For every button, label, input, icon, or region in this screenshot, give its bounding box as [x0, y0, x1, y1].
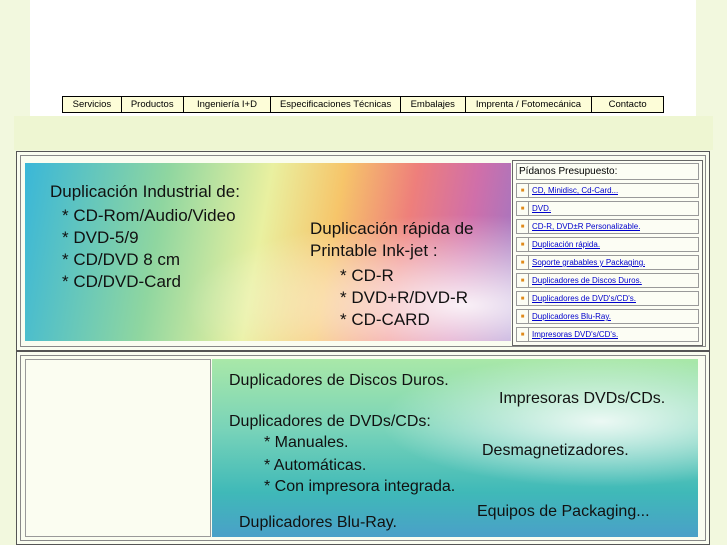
banner-item: * CD/DVD 8 cm	[62, 250, 181, 269]
banner-item: * CD/DVD-Card	[62, 272, 182, 291]
sidebar-link-soporte[interactable]: Soporte grabables y Packaging.	[529, 256, 645, 269]
banner2-line: Desmagnetizadores.	[482, 442, 629, 459]
sidebar-item: ■ CD, Minidisc, Cd-Card...	[516, 183, 699, 198]
sidebar-item: ■ Duplicadores de DVD's/CD's.	[516, 291, 699, 306]
banner-item: * CD-Rom/Audio/Video	[62, 206, 236, 225]
nav-item-servicios[interactable]: Servicios	[63, 97, 122, 112]
banner2-line: Duplicadores Blu-Ray.	[239, 514, 397, 531]
bullet-icon: ■	[517, 256, 529, 269]
banner-item-2: * DVD+R/DVD-R	[340, 288, 468, 307]
duplication-banner[interactable]: Duplicación Industrial de: * CD-Rom/Audi…	[25, 163, 511, 341]
banner2-line: * Con impresora integrada.	[264, 478, 456, 495]
bullet-icon: ■	[517, 202, 529, 215]
banner2-line: * Automáticas.	[264, 457, 367, 474]
sidebar-title: Pídanos Presupuesto:	[516, 163, 699, 180]
bullet-icon: ■	[517, 328, 529, 341]
decorative-band	[14, 116, 713, 150]
sidebar-item: ■ Impresoras DVD's/CD's.	[516, 327, 699, 342]
sidebar-item: ■ Duplicadores de Discos Duros.	[516, 273, 699, 288]
nav-item-contacto[interactable]: Contacto	[592, 97, 663, 112]
bottom-left-cell	[25, 359, 211, 537]
banner-item: * DVD-5/9	[62, 228, 139, 247]
sidebar-item: ■ DVD.	[516, 201, 699, 216]
main-nav: Servicios Productos Ingeniería I+D Espec…	[62, 96, 664, 113]
nav-item-especificaciones[interactable]: Especificaciones Técnicas	[271, 97, 401, 112]
products-banner[interactable]: Duplicadores de Discos Duros. Impresoras…	[212, 359, 698, 537]
bullet-icon: ■	[517, 292, 529, 305]
sidebar-item: ■ Soporte grabables y Packaging.	[516, 255, 699, 270]
banner-item-2: * CD-R	[340, 266, 394, 285]
banner-heading-2: Duplicación rápida de	[310, 219, 474, 238]
quote-sidebar: Pídanos Presupuesto: ■ CD, Minidisc, Cd-…	[512, 160, 703, 346]
banner2-line: * Manuales.	[264, 434, 349, 451]
bullet-icon: ■	[517, 184, 529, 197]
nav-item-productos[interactable]: Productos	[122, 97, 184, 112]
sidebar-link-impresoras[interactable]: Impresoras DVD's/CD's.	[529, 328, 618, 341]
sidebar-item: ■ Duplicadores Blu-Ray.	[516, 309, 699, 324]
sidebar-item: ■ Duplicación rápida.	[516, 237, 699, 252]
sidebar-link-rapida[interactable]: Duplicación rápida.	[529, 238, 600, 251]
sidebar-link-cdr[interactable]: CD-R, DVD±R Personalizable.	[529, 220, 640, 233]
nav-item-ingenieria[interactable]: Ingeniería I+D	[184, 97, 272, 112]
nav-item-embalajes[interactable]: Embalajes	[401, 97, 466, 112]
sidebar-link-dvd[interactable]: DVD.	[529, 202, 551, 215]
bullet-icon: ■	[517, 220, 529, 233]
banner2-line: Duplicadores de Discos Duros.	[229, 372, 449, 389]
banner-heading-2b: Printable Ink-jet :	[310, 241, 438, 260]
sidebar-link-dvd-cd[interactable]: Duplicadores de DVD's/CD's.	[529, 292, 636, 305]
banner2-line: Equipos de Packaging...	[477, 503, 650, 520]
banner-heading: Duplicación Industrial de:	[50, 182, 240, 201]
nav-item-imprenta[interactable]: Imprenta / Fotomecánica	[466, 97, 593, 112]
sidebar-link-cd[interactable]: CD, Minidisc, Cd-Card...	[529, 184, 618, 197]
banner-item-2: * CD-CARD	[340, 310, 430, 329]
bullet-icon: ■	[517, 238, 529, 251]
bullet-icon: ■	[517, 274, 529, 287]
banner2-line: Impresoras DVDs/CDs.	[499, 390, 666, 407]
sidebar-item: ■ CD-R, DVD±R Personalizable.	[516, 219, 699, 234]
bullet-icon: ■	[517, 310, 529, 323]
banner2-line: Duplicadores de DVDs/CDs:	[229, 413, 431, 430]
sidebar-link-blu-ray[interactable]: Duplicadores Blu-Ray.	[529, 310, 611, 323]
sidebar-link-discos-duros[interactable]: Duplicadores de Discos Duros.	[529, 274, 642, 287]
